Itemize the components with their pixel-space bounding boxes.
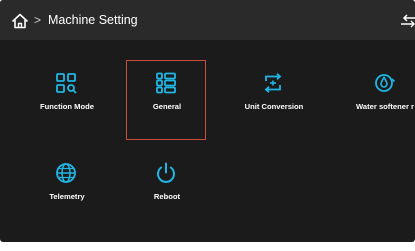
function-mode-icon bbox=[56, 73, 77, 94]
menu-item-label: Reboot bbox=[153, 192, 181, 201]
menu-item-label: Unit Conversion bbox=[244, 102, 304, 111]
menu-item-reboot[interactable]: Reboot bbox=[126, 150, 206, 230]
menu-item-label: Water softener r bbox=[356, 102, 414, 111]
power-icon bbox=[157, 162, 175, 183]
menu-item-unit-conversion[interactable]: Unit Conversion bbox=[233, 60, 313, 140]
menu-item-telemetry[interactable]: Telemetry bbox=[26, 150, 106, 230]
page-title: Machine Setting bbox=[48, 13, 138, 27]
unit-conversion-icon bbox=[264, 73, 282, 93]
menu-item-function-mode[interactable]: Function Mode bbox=[26, 60, 106, 140]
breadcrumb-separator: > bbox=[34, 13, 42, 27]
general-list-icon bbox=[156, 72, 176, 94]
home-icon[interactable] bbox=[11, 12, 29, 30]
menu-item-general[interactable]: General bbox=[126, 60, 206, 140]
machine-setting-screen: > Machine Setting Function Mode General … bbox=[0, 0, 415, 242]
header-bar: > Machine Setting bbox=[0, 0, 415, 40]
globe-icon bbox=[56, 163, 76, 183]
menu-item-label: General bbox=[152, 102, 182, 111]
menu-item-water-softener[interactable]: Water softener r bbox=[344, 60, 415, 140]
water-softener-icon bbox=[375, 74, 395, 92]
back-icon[interactable] bbox=[401, 13, 415, 29]
